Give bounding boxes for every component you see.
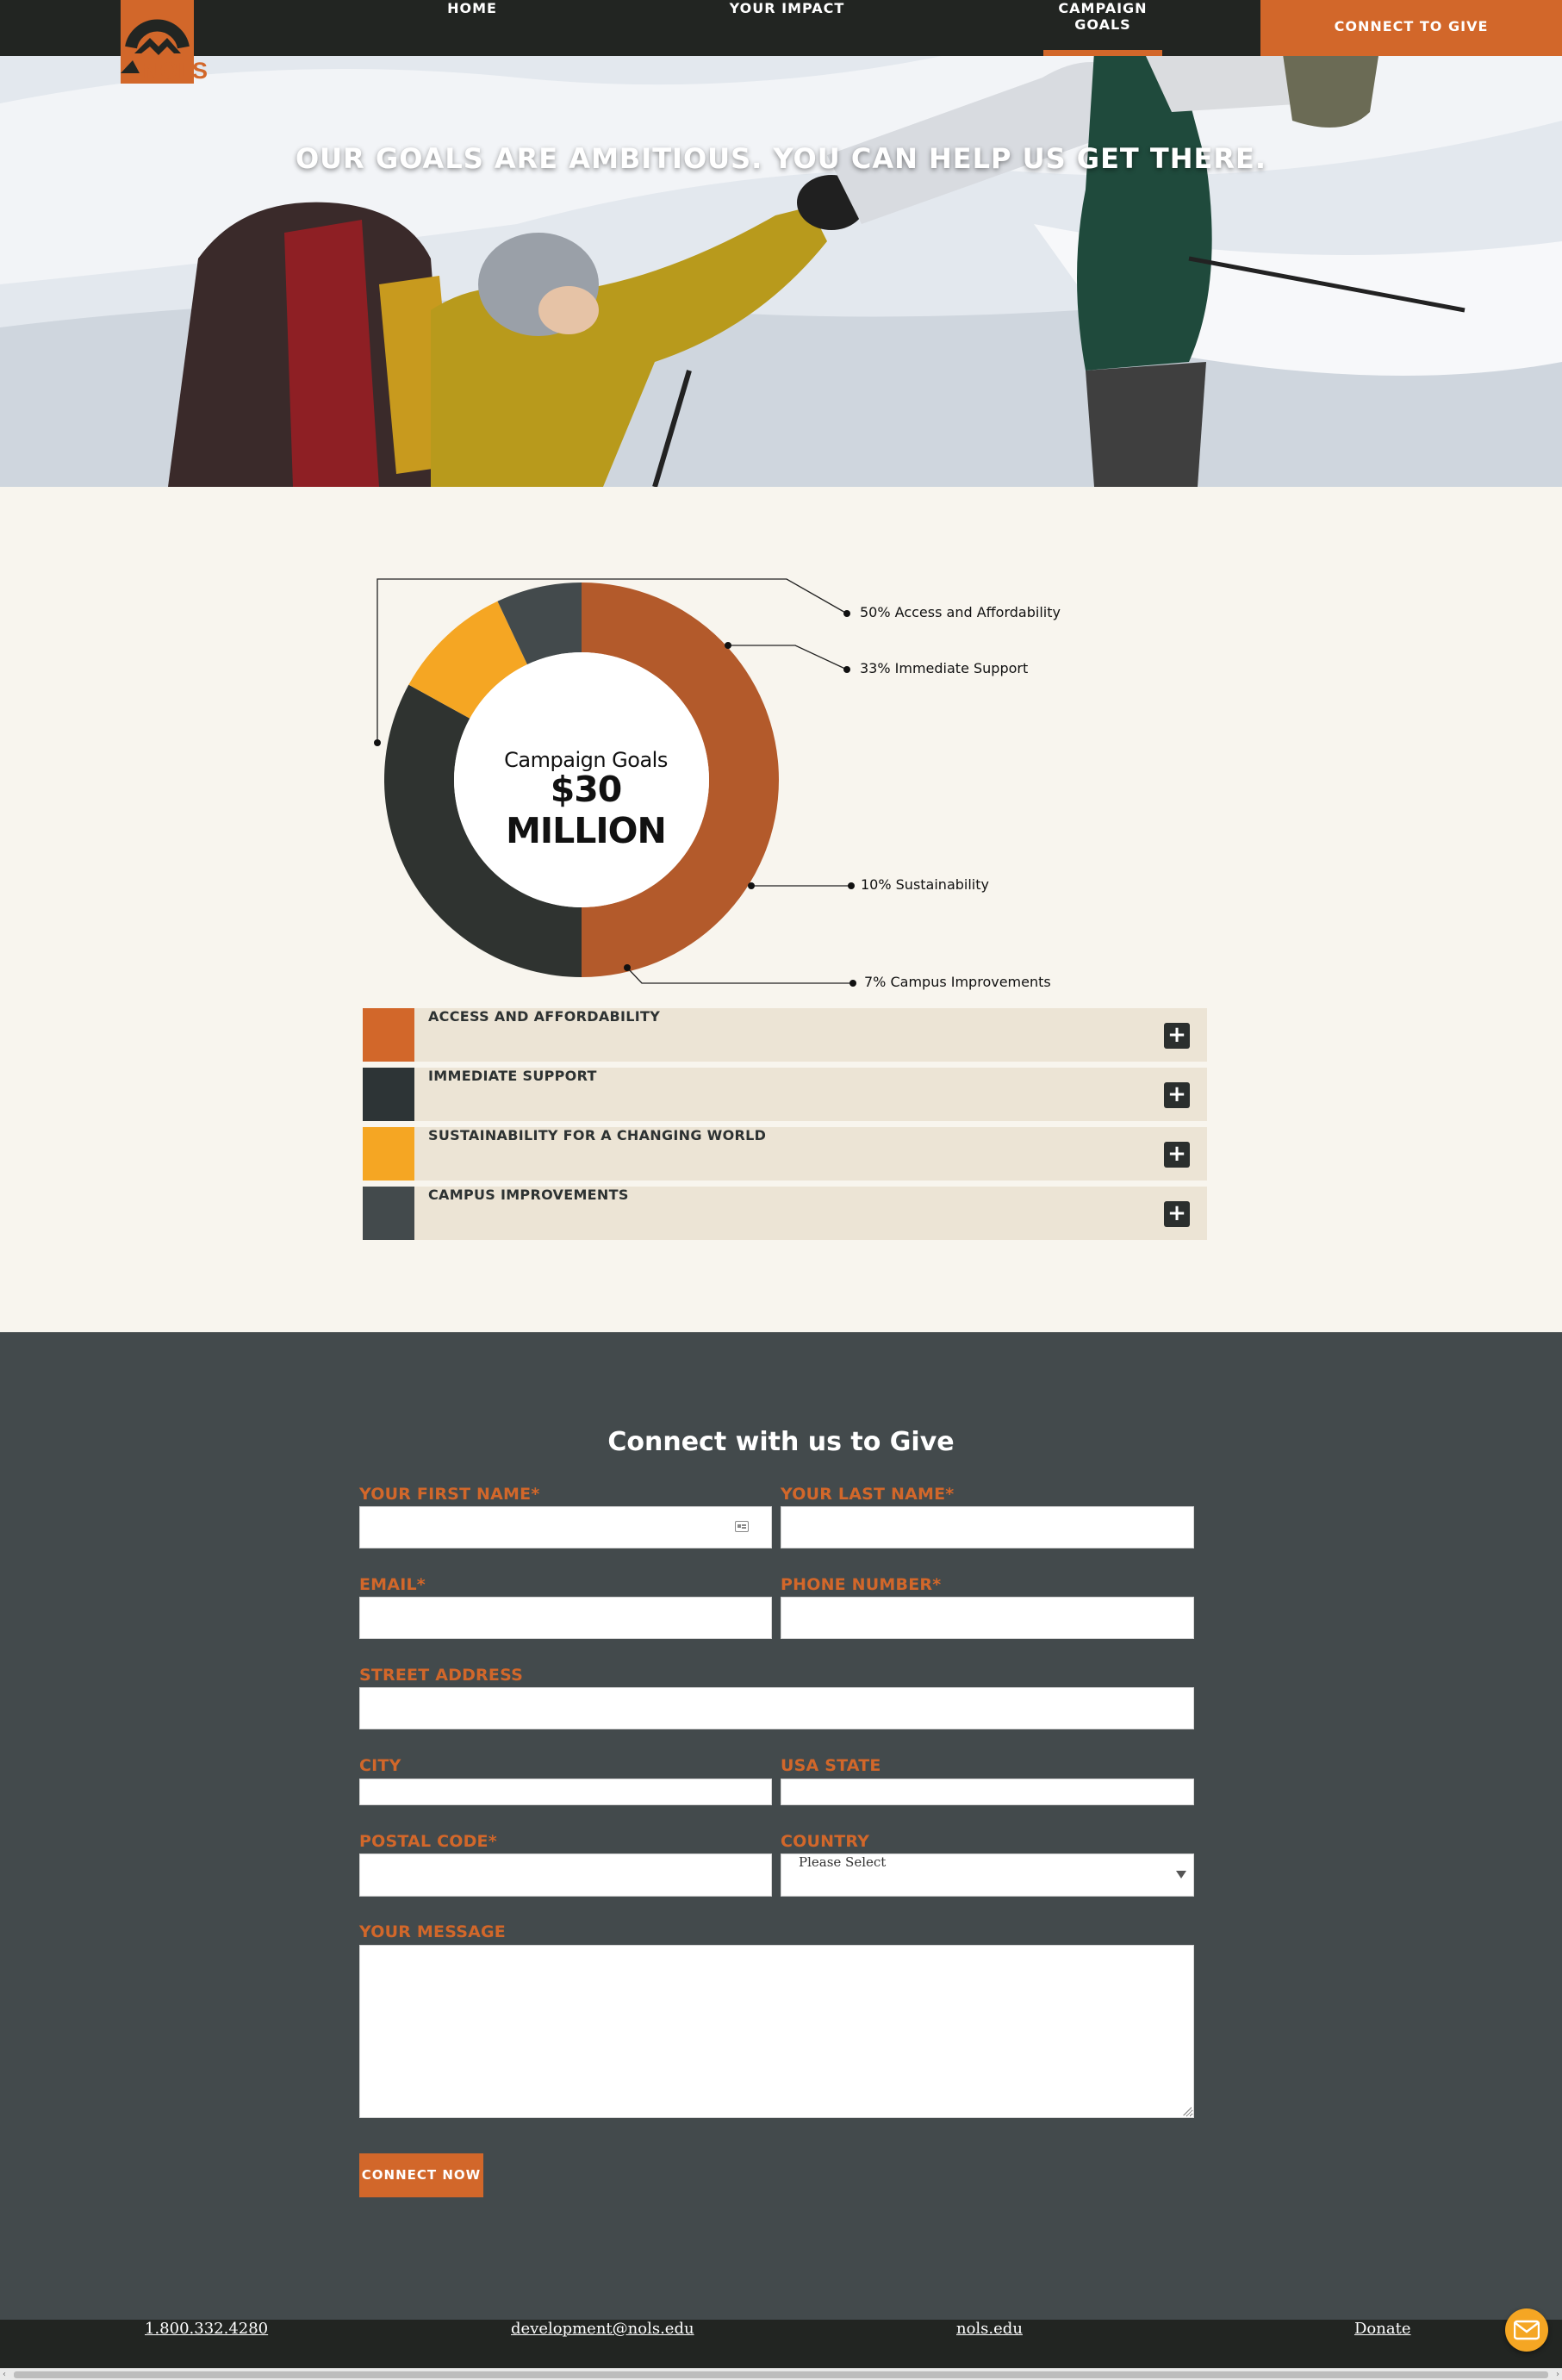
footer-phone-link[interactable]: 1.800.332.4280 [145, 2320, 268, 2338]
label-city: CITY [359, 1756, 401, 1775]
nav-home[interactable]: HOME [429, 0, 515, 56]
label-state: USA STATE [781, 1756, 881, 1775]
accordion-label: CAMPUS IMPROVEMENTS [428, 1187, 629, 1203]
donut-total: $30 MILLION [506, 769, 667, 851]
plus-icon[interactable]: + [1164, 1201, 1190, 1227]
footer: 1.800.332.4280 development@nols.edu nols… [0, 2320, 1562, 2368]
label-first-name: YOUR FIRST NAME* [359, 1485, 540, 1504]
contact-card-icon [735, 1521, 749, 1532]
label-message: YOUR MESSAGE [359, 1922, 506, 1941]
footer-donate-link[interactable]: Donate [1354, 2320, 1410, 2338]
nav-campaign-goals[interactable]: CAMPAIGN GOALS [1043, 0, 1162, 56]
label-email: EMAIL* [359, 1575, 426, 1594]
scroll-left-icon[interactable]: ‹ [3, 2370, 6, 2379]
hero-banner: OUR GOALS ARE AMBITIOUS. YOU CAN HELP US… [0, 0, 1562, 487]
logo-text: NOLS [143, 58, 208, 84]
message-textarea[interactable] [360, 1946, 1193, 2117]
accordion-immediate[interactable]: IMMEDIATE SUPPORT + [363, 1068, 1207, 1121]
state-field[interactable] [781, 1779, 1194, 1805]
horizontal-scrollbar[interactable]: ‹ › [0, 2368, 1562, 2380]
country-selected-value: Please Select [799, 1854, 887, 1870]
accordion-access[interactable]: ACCESS AND AFFORDABILITY + [363, 1008, 1207, 1062]
leader-dot-access-start [374, 739, 381, 746]
connect-to-give-button[interactable]: CONNECT TO GIVE [1260, 0, 1562, 56]
accordion-label: IMMEDIATE SUPPORT [428, 1068, 597, 1084]
phone-field[interactable] [781, 1597, 1194, 1639]
first-name-input[interactable] [360, 1507, 771, 1548]
top-navbar: HOME YOUR IMPACT CAMPAIGN GOALS CONNECT … [0, 0, 1562, 56]
swatch-sustainability [363, 1127, 414, 1181]
label-last-name: YOUR LAST NAME* [781, 1485, 955, 1504]
email-input[interactable] [360, 1598, 771, 1638]
chat-button[interactable] [1505, 2308, 1548, 2352]
plus-icon[interactable]: + [1164, 1082, 1190, 1108]
nols-logo[interactable]: NOLS [121, 0, 208, 84]
campaign-goals-section: Campaign Goals $30 MILLION 50% Access an… [0, 487, 1562, 1332]
connect-now-button[interactable]: CONNECT NOW [359, 2153, 483, 2197]
street-input[interactable] [360, 1688, 1193, 1729]
leader-dot-sustainability-end [848, 882, 855, 889]
donut-center-label: Campaign Goals $30 MILLION [482, 748, 689, 851]
nav-your-impact[interactable]: YOUR IMPACT [729, 0, 845, 56]
callout-sustainability: 10% Sustainability [861, 876, 989, 893]
leader-dot-immediate-end [843, 666, 850, 673]
message-field[interactable] [359, 1945, 1194, 2118]
hero-title: OUR GOALS ARE AMBITIOUS. YOU CAN HELP US… [295, 142, 1267, 175]
leader-dot-access-end [843, 610, 850, 617]
scrollbar-thumb[interactable] [14, 2371, 1548, 2378]
scroll-right-icon[interactable]: › [1556, 2370, 1559, 2379]
leader-dot-campus-end [849, 980, 856, 987]
form-title: Connect with us to Give [607, 1427, 955, 1457]
last-name-input[interactable] [781, 1507, 1193, 1548]
accordion-campus[interactable]: CAMPUS IMPROVEMENTS + [363, 1187, 1207, 1240]
callout-campus: 7% Campus Improvements [864, 974, 1051, 990]
footer-site-link[interactable]: nols.edu [956, 2320, 1023, 2338]
city-input[interactable] [360, 1779, 771, 1804]
accordion-label: SUSTAINABILITY FOR A CHANGING WORLD [428, 1127, 767, 1143]
postal-code-field[interactable] [359, 1854, 772, 1897]
phone-input[interactable] [781, 1598, 1193, 1638]
label-country: COUNTRY [781, 1832, 870, 1851]
accordion-label: ACCESS AND AFFORDABILITY [428, 1008, 661, 1025]
callout-access: 50% Access and Affordability [860, 604, 1061, 620]
first-name-field[interactable] [359, 1506, 772, 1548]
postal-code-input[interactable] [360, 1854, 771, 1896]
leader-line-campus [626, 967, 853, 984]
email-field[interactable] [359, 1597, 772, 1639]
leader-dot-immediate-start [725, 642, 731, 649]
plus-icon[interactable]: + [1164, 1142, 1190, 1168]
label-street: STREET ADDRESS [359, 1666, 523, 1685]
envelope-icon [1514, 2320, 1540, 2340]
swatch-access [363, 1008, 414, 1062]
footer-email-link[interactable]: development@nols.edu [511, 2320, 694, 2338]
street-field[interactable] [359, 1687, 1194, 1729]
campaign-donut-chart [374, 578, 856, 987]
last-name-field[interactable] [781, 1506, 1194, 1548]
chevron-down-icon [1176, 1871, 1186, 1878]
country-select[interactable]: Please Select [781, 1854, 1194, 1897]
label-phone: PHONE NUMBER* [781, 1575, 942, 1594]
city-field[interactable] [359, 1779, 772, 1805]
resize-handle-icon[interactable] [1183, 2107, 1192, 2115]
leader-line-immediate [728, 645, 848, 670]
accordion-sustainability[interactable]: SUSTAINABILITY FOR A CHANGING WORLD + [363, 1127, 1207, 1181]
hero-photo [0, 0, 1562, 487]
swatch-immediate [363, 1068, 414, 1121]
leader-dot-sustainability-start [748, 882, 755, 889]
leader-dot-campus-start [624, 964, 631, 971]
plus-icon[interactable]: + [1164, 1023, 1190, 1049]
callout-immediate: 33% Immediate Support [860, 660, 1029, 676]
swatch-campus [363, 1187, 414, 1240]
label-postal: POSTAL CODE* [359, 1832, 497, 1851]
state-input[interactable] [781, 1779, 1193, 1804]
